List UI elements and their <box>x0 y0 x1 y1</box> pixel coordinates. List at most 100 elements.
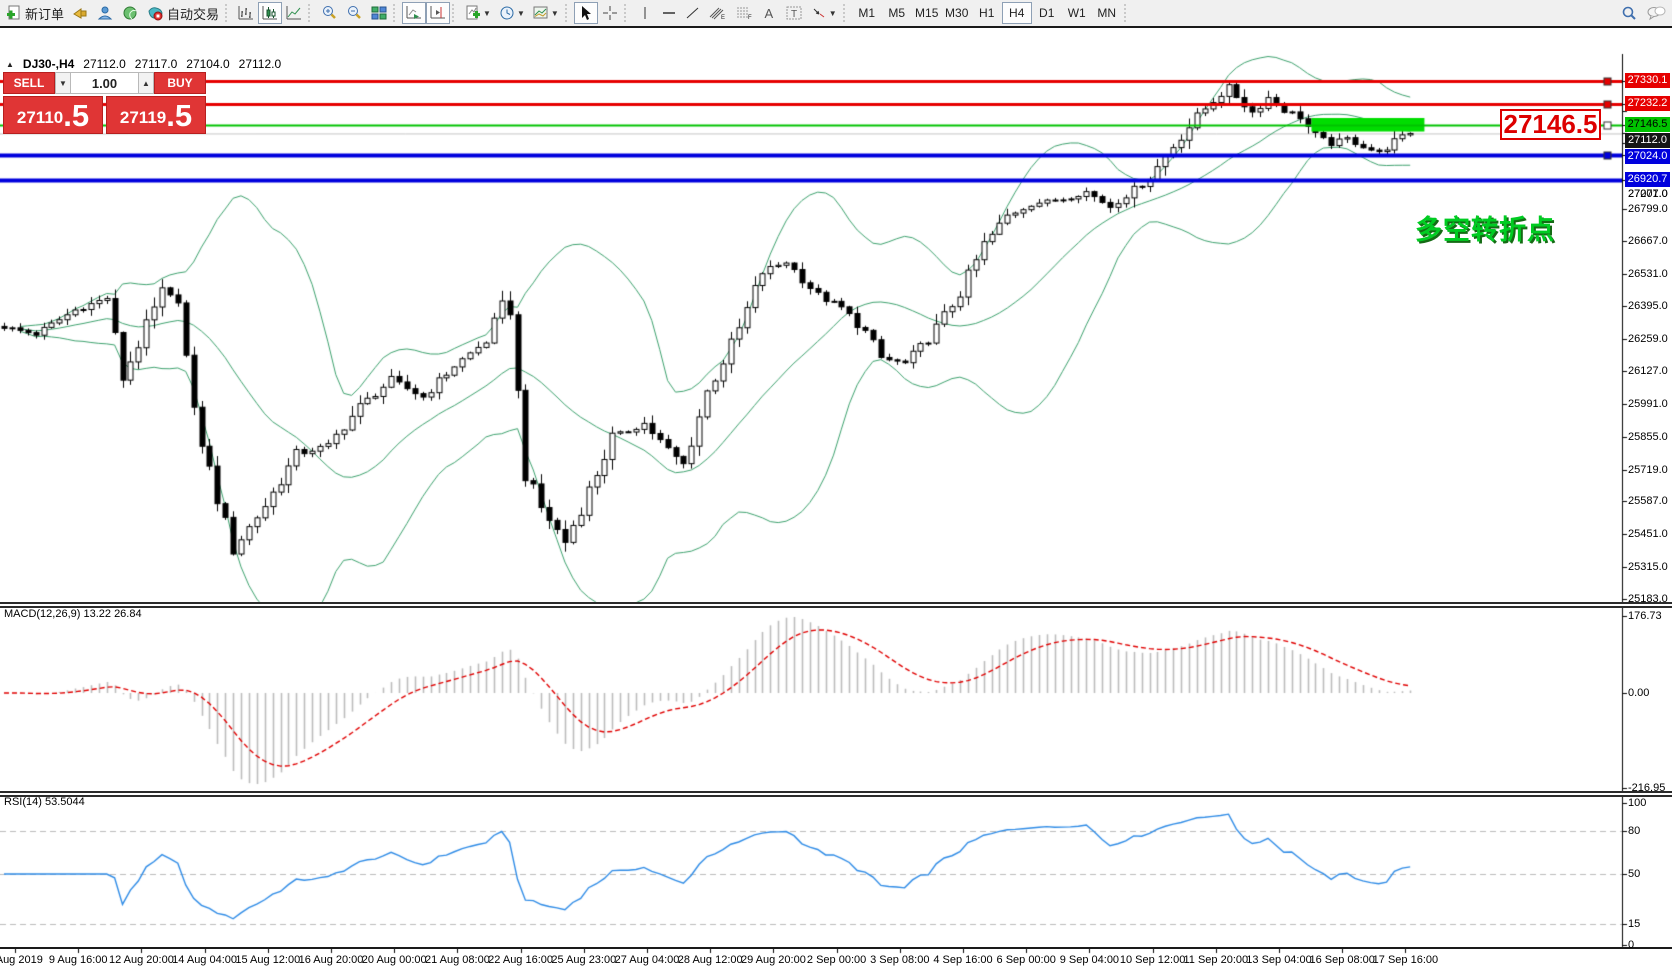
price-tick-label: 26799.0 <box>1628 203 1668 215</box>
chart-high-value: 27117.0 <box>135 57 178 71</box>
chart-canvas[interactable] <box>0 26 1672 976</box>
zoom-in-button[interactable] <box>317 2 342 24</box>
vertical-line-icon <box>639 5 651 21</box>
price-badge: 27232.2 <box>1625 96 1670 111</box>
period-m30-button[interactable]: M30 <box>942 2 972 24</box>
pivot-note-text[interactable]: 多空转折点 <box>1415 208 1555 247</box>
community-button[interactable] <box>93 2 118 24</box>
toolbar-separator <box>225 4 230 22</box>
auto-scroll-button[interactable] <box>402 2 426 24</box>
panel-splitter[interactable] <box>0 791 1672 797</box>
period-m15-button[interactable]: M15 <box>912 2 942 24</box>
signals-button[interactable] <box>118 2 143 24</box>
new-order-button[interactable]: 新订单 <box>2 2 68 24</box>
toolbar: 新订单 自动交易 ▼ ▼ ▼ <box>0 0 1672 26</box>
trendline-button[interactable] <box>681 2 705 24</box>
time-axis-border <box>0 947 1672 949</box>
chart-shift-button[interactable] <box>426 2 450 24</box>
toolbar-separator <box>624 4 629 22</box>
buy-price-main: 27119 <box>120 105 166 131</box>
zoom-out-icon <box>346 5 363 21</box>
period-m5-button[interactable]: M5 <box>882 2 912 24</box>
clock-icon <box>499 5 515 21</box>
period-d1-button[interactable]: D1 <box>1032 2 1062 24</box>
chart-close-value: 27112.0 <box>239 57 282 71</box>
time-axis-label: 27 Aug 04:00 <box>615 954 680 966</box>
macd-tick-label: 176.73 <box>1628 610 1662 622</box>
equidistant-channel-icon: E <box>709 5 727 21</box>
price-badge: 27112.0 <box>1625 133 1670 148</box>
sell-price-box[interactable]: 27110.5 <box>3 96 103 134</box>
price-tick-label: 25451.0 <box>1628 528 1668 540</box>
time-axis-label: 6 Sep 00:00 <box>997 954 1056 966</box>
text-button[interactable]: A <box>757 2 781 24</box>
dropdown-arrow-icon: ▼ <box>829 9 837 18</box>
arrows-button[interactable]: ▼ <box>807 2 841 24</box>
dropdown-arrow-icon: ▼ <box>517 9 525 18</box>
collapse-panel-icon[interactable]: ▲ <box>6 60 14 69</box>
period-h4-button[interactable]: H4 <box>1002 2 1032 24</box>
chat-button[interactable] <box>1642 2 1670 24</box>
rsi-tick-label: 100 <box>1628 797 1646 809</box>
time-axis-label: 21 Aug 08:00 <box>425 954 490 966</box>
text-label-icon: T <box>785 5 803 21</box>
price-tick-label: 25719.0 <box>1628 464 1668 476</box>
period-h1-button[interactable]: H1 <box>972 2 1002 24</box>
vertical-line-button[interactable] <box>633 2 657 24</box>
period-mn-button[interactable]: MN <box>1092 2 1122 24</box>
price-badge: 27146.5 <box>1625 117 1670 132</box>
time-axis-label: 16 Sep 08:00 <box>1309 954 1374 966</box>
indicators-button[interactable]: ▼ <box>461 2 495 24</box>
toolbar-group-periods: M1 M5 M15 M30 H1 H4 D1 W1 MN <box>852 1 1122 25</box>
time-axis-label: 4 Sep 16:00 <box>933 954 992 966</box>
svg-text:E: E <box>721 15 725 21</box>
period-m1-button[interactable]: M1 <box>852 2 882 24</box>
period-w1-button[interactable]: W1 <box>1062 2 1092 24</box>
volume-decrease-button[interactable]: ▼ <box>55 72 71 94</box>
macd-tick-label: 0.00 <box>1628 687 1649 699</box>
rsi-value: 53.5044 <box>45 796 85 808</box>
panel-splitter[interactable] <box>0 602 1672 608</box>
buy-price-box[interactable]: 27119.5 <box>106 96 206 134</box>
toolbar-group-lines: E F A T ▼ <box>633 1 841 25</box>
crosshair-button[interactable] <box>598 2 622 24</box>
bar-chart-button[interactable] <box>234 2 258 24</box>
price-tick-label: 25315.0 <box>1628 561 1668 573</box>
fibonacci-button[interactable]: F <box>731 2 757 24</box>
rsi-indicator-label: RSI(14) 53.5044 <box>4 796 85 808</box>
svg-text:T: T <box>791 9 797 20</box>
equidistant-channel-button[interactable]: E <box>705 2 731 24</box>
autotrading-button[interactable]: 自动交易 <box>143 2 223 24</box>
sell-button[interactable]: SELL <box>3 72 55 94</box>
toolbar-group-cursor <box>574 1 622 25</box>
toolbar-separator <box>393 4 398 22</box>
toolbar-separator <box>308 4 313 22</box>
horizontal-line-icon <box>661 5 677 21</box>
time-axis-label: 12 Aug 20:00 <box>109 954 174 966</box>
horizontal-line-button[interactable] <box>657 2 681 24</box>
chart-title: ▲ DJ30-,H4 27112.0 27117.0 27104.0 27112… <box>6 57 281 71</box>
zoom-out-button[interactable] <box>342 2 367 24</box>
buy-button[interactable]: BUY <box>154 72 206 94</box>
volume-increase-button[interactable]: ▲ <box>138 72 154 94</box>
time-axis-label: 22 Aug 16:00 <box>488 954 553 966</box>
time-axis-label: 3 Sep 08:00 <box>870 954 929 966</box>
cursor-button[interactable] <box>574 2 598 24</box>
toolbar-group-trade: 新订单 自动交易 <box>2 1 223 25</box>
line-chart-button[interactable] <box>282 2 306 24</box>
volume-input[interactable] <box>71 72 138 94</box>
toolbar-group-right <box>1616 1 1670 25</box>
candlestick-chart-button[interactable] <box>258 2 282 24</box>
time-axis-label: 28 Aug 12:00 <box>678 954 743 966</box>
sell-price-frac: .5 <box>63 100 89 131</box>
rsi-tick-label: 80 <box>1628 825 1640 837</box>
templates-button[interactable]: ▼ <box>529 2 563 24</box>
text-label-button[interactable]: T <box>781 2 807 24</box>
pivot-price-label[interactable]: 27146.5 <box>1500 109 1601 140</box>
search-button[interactable] <box>1616 2 1642 24</box>
news-button[interactable] <box>68 2 93 24</box>
periods-button[interactable]: ▼ <box>495 2 529 24</box>
rsi-tick-label: 15 <box>1628 918 1640 930</box>
tile-windows-button[interactable] <box>367 2 391 24</box>
price-tick-label: 26531.0 <box>1628 268 1668 280</box>
